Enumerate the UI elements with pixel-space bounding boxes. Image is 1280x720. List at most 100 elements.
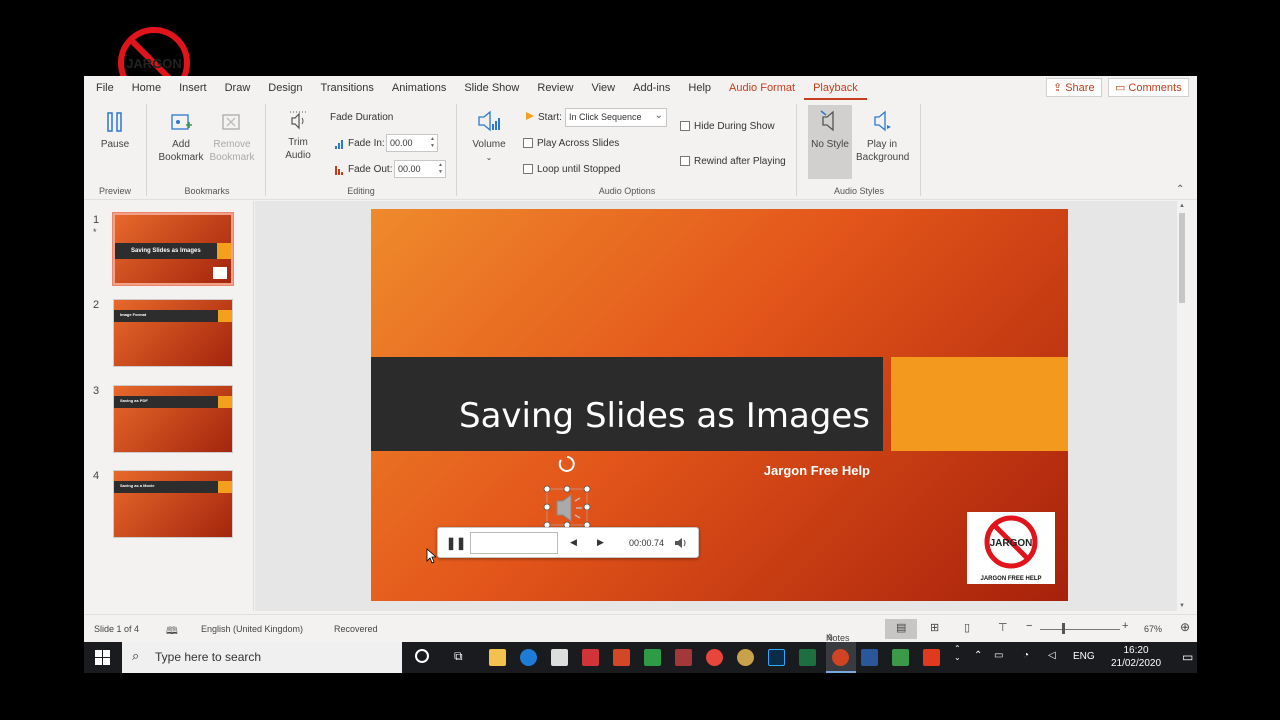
windows-start-icon[interactable]: [95, 650, 110, 665]
pause-icon[interactable]: ❚❚: [446, 536, 466, 550]
store-icon[interactable]: [551, 649, 568, 666]
tab-transitions[interactable]: Transitions: [312, 76, 383, 100]
skip-forward-icon[interactable]: ▶︎: [597, 537, 604, 548]
play-in-background-button[interactable]: Play in Background: [856, 108, 910, 164]
no-style-button[interactable]: No Style: [808, 108, 852, 151]
zoom-in-icon[interactable]: +: [1122, 620, 1128, 632]
file-explorer-icon[interactable]: [489, 649, 506, 666]
photoshop-icon[interactable]: [768, 649, 785, 666]
tab-playback[interactable]: Playback: [804, 76, 867, 100]
tab-animations[interactable]: Animations: [383, 76, 455, 100]
thumbnail-number: 2: [93, 299, 100, 311]
tab-slide-show[interactable]: Slide Show: [455, 76, 528, 100]
language-indicator[interactable]: English (United Kingdom): [201, 624, 303, 634]
wifi-icon[interactable]: ◔: [1023, 650, 1029, 661]
mail-icon[interactable]: [582, 649, 599, 666]
comments-label: Comments: [1128, 81, 1182, 94]
zoom-level[interactable]: 67%: [1144, 624, 1162, 634]
fade-in-label: Fade In:: [348, 138, 385, 149]
taskbar-search-box[interactable]: ⌕ Type here to search: [122, 642, 402, 673]
thumbnail-slide-1[interactable]: Saving Slides as Images: [112, 212, 234, 286]
start-dropdown[interactable]: In Click Sequence: [565, 107, 667, 127]
edge-icon[interactable]: [520, 649, 537, 666]
tab-view[interactable]: View: [582, 76, 624, 100]
slide-sorter-icon[interactable]: ⊞: [930, 621, 939, 634]
cortana-icon[interactable]: [415, 649, 429, 663]
tab-file[interactable]: File: [84, 76, 123, 100]
excel-icon[interactable]: [799, 649, 816, 666]
thumb-logo: [213, 267, 227, 279]
tab-draw[interactable]: Draw: [216, 76, 260, 100]
thumbnail-slide-2[interactable]: Image Format: [113, 299, 233, 367]
audio-object[interactable]: [543, 453, 591, 527]
tab-design[interactable]: Design: [259, 76, 311, 100]
thumb-title: Image Format: [120, 312, 147, 317]
no-style-icon: [820, 110, 834, 132]
add-bookmark-button[interactable]: Add Bookmark: [156, 110, 206, 164]
zoom-slider[interactable]: [1040, 629, 1120, 630]
notifications-icon[interactable]: ▭: [1182, 650, 1193, 664]
comments-button[interactable]: ▭ Comments: [1108, 78, 1189, 97]
tab-add-ins[interactable]: Add-ins: [624, 76, 679, 100]
word-icon[interactable]: [861, 649, 878, 666]
skip-back-icon[interactable]: ◀︎: [570, 537, 577, 548]
office-icon[interactable]: [923, 649, 940, 666]
show-hidden-icons-icon[interactable]: ⌃: [974, 650, 982, 661]
reading-view-icon[interactable]: ▯: [964, 621, 970, 634]
slide-show-icon[interactable]: ⊤: [998, 621, 1008, 634]
vertical-scrollbar[interactable]: ▲ ▼: [1177, 201, 1187, 611]
chrome-icon[interactable]: [706, 649, 723, 666]
tab-help[interactable]: Help: [679, 76, 720, 100]
powerpoint-icon[interactable]: [832, 649, 849, 666]
mouse-cursor-icon: [426, 548, 436, 564]
collapse-ribbon-icon[interactable]: ⌃: [1176, 184, 1184, 195]
clock-date[interactable]: 21/02/2020: [1102, 658, 1170, 669]
tab-insert[interactable]: Insert: [170, 76, 216, 100]
scroll-down-icon[interactable]: ▼: [1179, 603, 1185, 609]
search-icon: ⌕: [132, 648, 140, 663]
spell-check-icon[interactable]: 🕮: [166, 624, 178, 641]
fade-out-icon: [335, 166, 343, 175]
progress-track[interactable]: [470, 532, 558, 554]
trim-audio-button[interactable]: Trim Audio: [278, 108, 318, 162]
publisher-icon[interactable]: [613, 649, 630, 666]
battery-icon[interactable]: ▭: [994, 650, 1003, 661]
play-across-slides-checkbox[interactable]: [523, 138, 533, 148]
fade-in-input[interactable]: 00.00: [386, 134, 438, 152]
language-indicator[interactable]: ENG: [1073, 651, 1095, 662]
ribbon-tabs: File Home Insert Draw Design Transitions…: [84, 76, 1197, 100]
scroll-up-icon[interactable]: ▲: [1179, 203, 1185, 209]
access-icon[interactable]: [675, 649, 692, 666]
tab-home[interactable]: Home: [123, 76, 170, 100]
volume-button[interactable]: Volume ⌄: [468, 108, 510, 164]
zoom-out-icon[interactable]: −: [1026, 620, 1032, 632]
rewind-after-playing-checkbox[interactable]: [680, 156, 690, 166]
tab-audio-format[interactable]: Audio Format: [720, 76, 804, 100]
scroll-thumb[interactable]: [1179, 213, 1185, 303]
slide-title[interactable]: Saving Slides as Images: [371, 396, 870, 436]
clock-time[interactable]: 16:20: [1110, 645, 1162, 656]
zoom-slider-thumb[interactable]: [1062, 623, 1065, 634]
paint-icon[interactable]: [737, 649, 754, 666]
fade-out-input[interactable]: 00.00: [394, 160, 446, 178]
thumb-accent: [218, 310, 232, 322]
hide-during-show-checkbox[interactable]: [680, 121, 690, 131]
task-view-icon[interactable]: ⧉: [454, 649, 463, 664]
play-in-background-label: Play in Background: [856, 139, 910, 163]
hide-during-show-label: Hide During Show: [694, 121, 775, 132]
thumbnail-slide-3[interactable]: Saving as PDF: [113, 385, 233, 453]
tab-review[interactable]: Review: [528, 76, 582, 100]
pause-button[interactable]: Pause: [96, 110, 134, 151]
thumbnail-slide-4[interactable]: Saving as a Movie: [113, 470, 233, 538]
remove-bookmark-button[interactable]: Remove Bookmark: [206, 110, 258, 164]
remove-bookmark-label: Remove Bookmark: [209, 139, 255, 163]
loop-until-stopped-checkbox[interactable]: [523, 164, 533, 174]
slide-subtitle[interactable]: Jargon Free Help: [371, 463, 870, 478]
camtasia-icon[interactable]: [644, 649, 661, 666]
share-button[interactable]: ⇪ Share: [1046, 78, 1102, 97]
speaker-icon[interactable]: ◁: [1048, 650, 1056, 661]
fit-to-window-icon[interactable]: ⊕: [1180, 620, 1190, 634]
tray-expand-icon[interactable]: ⌃ ⌄: [954, 644, 961, 662]
mute-volume-icon[interactable]: [674, 536, 688, 550]
camtasia-recorder-icon[interactable]: [892, 649, 909, 666]
